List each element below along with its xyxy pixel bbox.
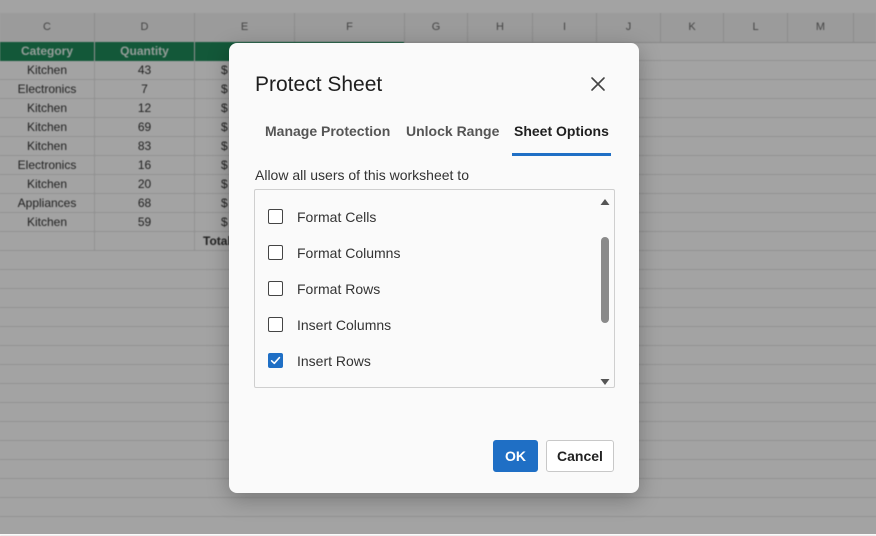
checkbox-checked[interactable] bbox=[268, 353, 283, 368]
options-instruction: Allow all users of this worksheet to bbox=[255, 167, 469, 183]
caret-down-icon bbox=[599, 374, 611, 387]
tab-manage-protection[interactable]: Manage Protection bbox=[263, 121, 392, 155]
tab-label: Unlock Range bbox=[406, 123, 500, 139]
checkbox[interactable] bbox=[268, 281, 283, 296]
protect-sheet-dialog: Protect Sheet Manage Protection Unlock R… bbox=[229, 43, 639, 493]
caret-up-icon bbox=[599, 194, 611, 211]
scroll-down-button[interactable] bbox=[599, 374, 611, 385]
ok-button[interactable]: OK bbox=[493, 440, 538, 472]
checkbox[interactable] bbox=[268, 317, 283, 332]
option-format-rows[interactable]: Format Rows bbox=[267, 280, 587, 300]
checkbox[interactable] bbox=[268, 245, 283, 260]
active-tab-indicator bbox=[512, 153, 611, 156]
tab-label: Sheet Options bbox=[514, 123, 609, 139]
tab-label: Manage Protection bbox=[265, 123, 391, 139]
permissions-list[interactable]: Format Cells Format Columns Format Rows … bbox=[254, 189, 615, 388]
option-label: Format Columns bbox=[297, 245, 401, 261]
option-insert-rows[interactable]: Insert Rows bbox=[267, 352, 587, 372]
option-label: Insert Rows bbox=[297, 353, 371, 369]
tab-sheet-options[interactable]: Sheet Options bbox=[512, 121, 611, 156]
dialog-title: Protect Sheet bbox=[255, 73, 383, 96]
option-label: Insert Columns bbox=[297, 317, 392, 333]
checkbox[interactable] bbox=[268, 209, 283, 224]
cancel-button[interactable]: Cancel bbox=[546, 440, 614, 472]
option-label: Format Rows bbox=[297, 281, 381, 297]
option-format-cells[interactable]: Format Cells bbox=[267, 208, 587, 228]
option-insert-columns[interactable]: Insert Columns bbox=[267, 316, 587, 336]
option-format-columns[interactable]: Format Columns bbox=[267, 244, 587, 264]
close-button[interactable] bbox=[587, 73, 609, 95]
dialog-tabs: Manage Protection Unlock Range Sheet Opt… bbox=[255, 121, 615, 156]
scrollbar-thumb[interactable] bbox=[601, 237, 609, 323]
scroll-up-button[interactable] bbox=[599, 194, 611, 205]
close-icon bbox=[587, 73, 609, 95]
tab-unlock-range[interactable]: Unlock Range bbox=[404, 121, 501, 155]
option-label: Format Cells bbox=[297, 209, 377, 225]
